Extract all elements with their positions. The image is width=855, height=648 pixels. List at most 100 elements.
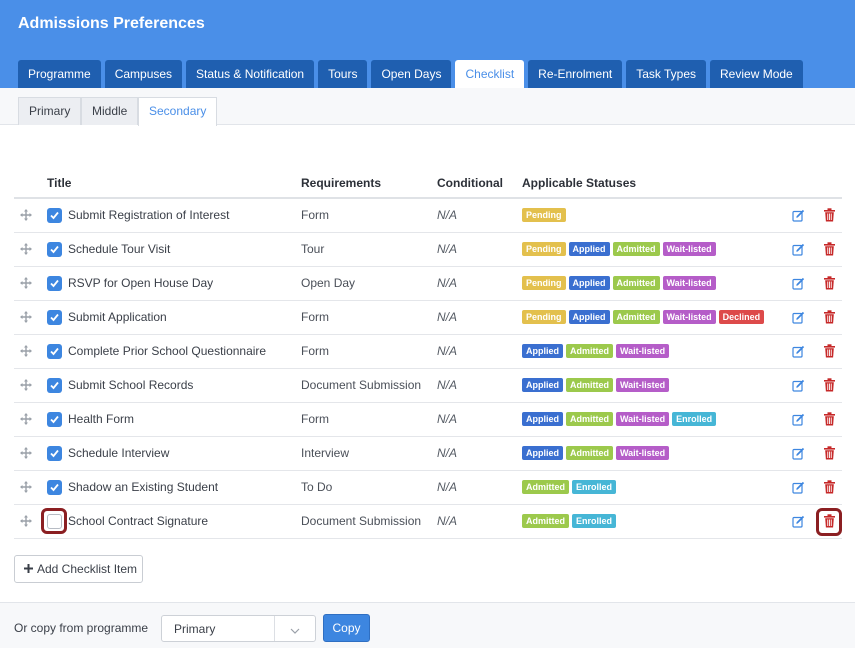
status-badge: Enrolled (572, 480, 617, 494)
move-icon[interactable] (20, 209, 32, 221)
item-title: Complete Prior School Questionnaire (68, 344, 267, 358)
status-badge: Admitted (522, 514, 569, 528)
status-badge: Applied (522, 446, 563, 460)
edit-icon[interactable] (792, 413, 805, 426)
trash-icon[interactable] (823, 242, 836, 256)
item-conditional: N/A (437, 276, 458, 290)
tab-open-days[interactable]: Open Days (371, 60, 452, 88)
status-badge: Pending (522, 276, 566, 290)
item-title: Schedule Tour Visit (68, 242, 171, 256)
add-checklist-item-button[interactable]: Add Checklist Item (14, 555, 143, 583)
edit-icon[interactable] (792, 345, 805, 358)
edit-icon[interactable] (792, 243, 805, 256)
item-requirement: Open Day (301, 276, 356, 290)
table-row: Submit School Records Document Submission… (14, 369, 842, 403)
trash-icon[interactable] (823, 446, 836, 460)
item-conditional: N/A (437, 344, 458, 358)
enable-checkbox[interactable] (47, 276, 62, 291)
move-icon[interactable] (20, 243, 32, 255)
status-badge: Applied (522, 412, 563, 426)
copy-from-label: Or copy from programme (14, 621, 149, 635)
edit-icon[interactable] (792, 481, 805, 494)
status-badge: Declined (718, 310, 765, 324)
chevron-down-icon[interactable] (290, 624, 300, 638)
item-conditional: N/A (437, 242, 458, 256)
status-badges: Pending Applied Admitted Wait-listed Decline… (522, 310, 765, 324)
status-badge: Admitted (522, 480, 569, 494)
status-badge: Pending (522, 310, 566, 324)
item-title: Submit School Records (68, 378, 194, 392)
page-title: Admissions Preferences (18, 15, 205, 32)
programme-select[interactable]: Primary (161, 615, 316, 642)
tab-task-types[interactable]: Task Types (626, 60, 707, 88)
enable-checkbox[interactable] (47, 208, 62, 223)
table-row: Submit Application Form N/A Pending Applied A… (14, 301, 842, 335)
trash-icon[interactable] (823, 276, 836, 290)
edit-icon[interactable] (792, 209, 805, 222)
table-row: RSVP for Open House Day Open Day N/A Pendin… (14, 267, 842, 301)
edit-icon[interactable] (792, 311, 805, 324)
tab-campuses[interactable]: Campuses (104, 60, 183, 88)
item-conditional: N/A (437, 378, 458, 392)
enable-checkbox[interactable] (47, 514, 62, 529)
move-icon[interactable] (20, 345, 32, 357)
status-badge: Applied (568, 310, 610, 324)
enable-checkbox[interactable] (47, 446, 62, 461)
status-badges: Pending Applied Admitted Wait-listed (522, 242, 716, 256)
status-badge: Applied (522, 344, 563, 358)
trash-icon[interactable] (823, 208, 836, 222)
subtab-secondary[interactable]: Secondary (138, 97, 218, 126)
enable-checkbox[interactable] (47, 310, 62, 325)
move-icon[interactable] (20, 379, 32, 391)
trash-icon[interactable] (823, 344, 836, 358)
trash-icon[interactable] (823, 514, 836, 528)
tab-status-notification[interactable]: Status & Notification (186, 60, 315, 88)
status-badge: Admitted (612, 310, 660, 324)
status-badge: Wait-listed (616, 446, 670, 460)
edit-icon[interactable] (792, 379, 805, 392)
status-badges: Applied Admitted Wait-listed Enrolled (522, 412, 717, 426)
item-title: Shadow an Existing Student (68, 480, 219, 494)
edit-icon[interactable] (792, 447, 805, 460)
move-icon[interactable] (20, 277, 32, 289)
trash-icon[interactable] (823, 378, 836, 392)
subtab-middle[interactable]: Middle (81, 97, 139, 125)
status-badge: Admitted (566, 378, 613, 392)
move-icon[interactable] (20, 311, 32, 323)
move-icon[interactable] (20, 447, 32, 459)
enable-checkbox[interactable] (47, 242, 62, 257)
trash-icon[interactable] (823, 412, 836, 426)
table-row: School Contract Signature Document Submis… (14, 505, 842, 539)
copy-button[interactable]: Copy (323, 614, 370, 642)
select-divider (274, 616, 275, 641)
status-badge: Pending (522, 208, 566, 222)
tab-tours[interactable]: Tours (318, 60, 368, 88)
move-icon[interactable] (20, 481, 32, 493)
subtab-primary[interactable]: Primary (18, 97, 82, 125)
move-icon[interactable] (20, 413, 32, 425)
status-badge: Wait-listed (616, 378, 670, 392)
add-button-label: Add Checklist Item (37, 562, 138, 576)
enable-checkbox[interactable] (47, 412, 62, 427)
tab-checklist[interactable]: Checklist (455, 60, 525, 88)
edit-icon[interactable] (792, 277, 805, 290)
status-badge: Enrolled (572, 514, 617, 528)
edit-icon[interactable] (792, 515, 805, 528)
trash-icon[interactable] (823, 310, 836, 324)
column-header-title: Title (47, 176, 72, 190)
trash-icon[interactable] (823, 480, 836, 494)
status-badge: Applied (568, 276, 610, 290)
tab-review-mode[interactable]: Review Mode (710, 60, 803, 88)
tab-programme[interactable]: Programme (18, 60, 101, 88)
tab-re-enrolment[interactable]: Re-Enrolment (528, 60, 623, 88)
status-badges: Applied Admitted Wait-listed (522, 446, 670, 460)
enable-checkbox[interactable] (47, 480, 62, 495)
item-conditional: N/A (437, 446, 458, 460)
status-badge: Pending (522, 242, 566, 256)
programme-select-value: Primary (174, 622, 216, 636)
enable-checkbox[interactable] (47, 344, 62, 359)
status-badge: Admitted (566, 344, 613, 358)
enable-checkbox[interactable] (47, 378, 62, 393)
move-icon[interactable] (20, 515, 32, 527)
item-requirement: Document Submission (301, 378, 422, 392)
